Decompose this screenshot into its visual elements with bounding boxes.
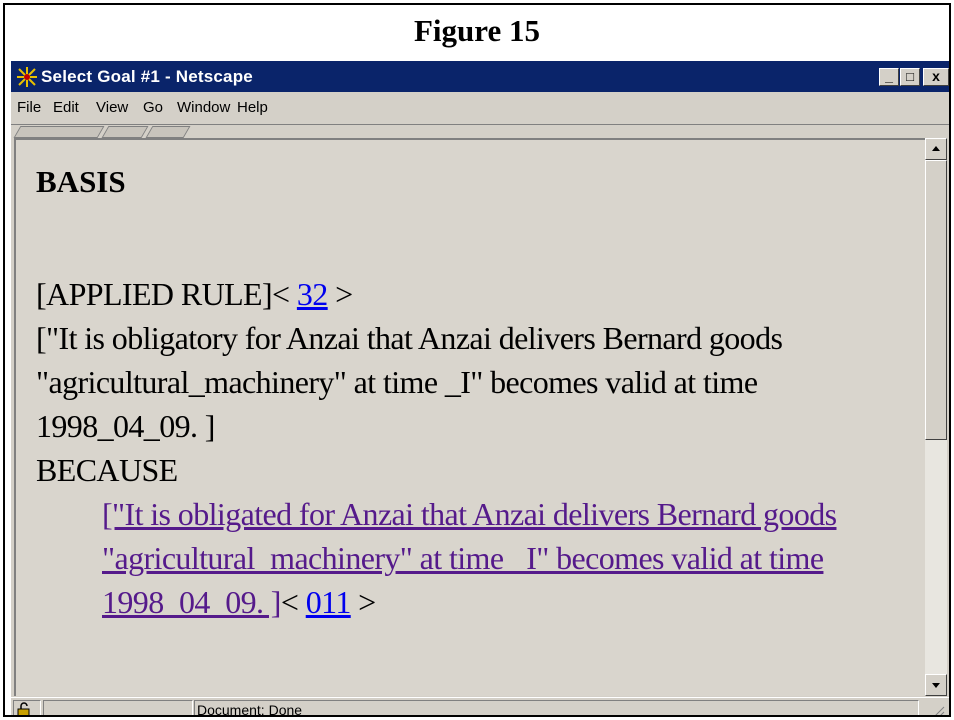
toolbar-tab-location[interactable] [101,126,149,138]
reason-link-line: 1998_04_09. ]< 011 > [102,584,376,621]
status-message-cell [194,700,919,715]
because-label: BECAUSE [36,452,178,488]
menu-go-label: Go [143,99,164,116]
arrow-down-icon [932,683,940,688]
menu-go[interactable]: Go [143,97,163,119]
basis-heading: BASIS [36,164,126,199]
toolbar-tab-navigation[interactable] [13,126,105,138]
reason-link[interactable]: 1998_04_09. ] [102,584,281,620]
menu-window-label: Window [177,99,231,116]
reason-ref-open: < [280,584,306,620]
netscape-icon [16,66,38,88]
rule-text-line: ["It is obligatory for Anzai that Anzai … [36,320,783,356]
menu-bar: File Edit View Go Window Help [11,92,949,124]
menu-file-label: File [17,99,42,116]
arrow-up-icon [932,146,940,151]
reason-link-line: "agricultural_machinery" at time _I" bec… [102,540,824,577]
window-title: Select Goal #1 - Netscape [41,67,253,86]
menu-help-label: Help [237,99,268,116]
reason-link[interactable]: "agricultural_machinery" at time _I" bec… [102,540,824,576]
scroll-thumb[interactable] [925,160,947,440]
applied-rule-close: > [327,276,353,312]
title-bar[interactable]: Select Goal #1 - Netscape _ □ x [11,61,949,92]
vertical-scrollbar[interactable] [925,138,947,696]
rule-011-link[interactable]: 011 [306,584,352,620]
reason-link[interactable]: ["It is obligated for Anzai that Anzai d… [102,496,837,532]
toolbar-tab-personal[interactable] [145,126,191,138]
resize-grip-icon[interactable] [927,702,945,717]
reason-ref-close: > [350,584,376,620]
reason-link-line: ["It is obligated for Anzai that Anzai d… [102,496,837,533]
progress-cell [43,700,193,715]
rule-text-line: "agricultural_machinery" at time _I" bec… [36,364,758,400]
status-text: Document: Done [197,702,303,717]
rule-text-line: 1998_04_09. ] [36,408,215,444]
close-button[interactable]: x [923,68,949,86]
minimize-button[interactable]: _ [879,68,899,86]
security-indicator[interactable] [13,700,41,715]
menu-window[interactable]: Window [177,97,230,119]
menu-view-label: View [96,99,129,116]
maximize-button[interactable]: □ [900,68,920,86]
status-bar: Document: Done [11,697,949,717]
scroll-down-button[interactable] [925,674,947,696]
scroll-up-button[interactable] [925,138,947,160]
collapsed-toolbars [11,124,949,138]
menu-edit[interactable]: Edit [53,97,79,119]
menu-help[interactable]: Help [237,97,268,119]
figure-title: Figure 15 [414,13,540,48]
applied-rule-label: [APPLIED RULE]< [36,276,297,312]
padlock-icon [17,702,30,715]
rule-32-link[interactable]: 32 [297,276,328,312]
menu-edit-label: Edit [53,99,79,116]
figure-frame: Figure 15 Select Goal #1 - Netscape _ □ … [3,3,951,717]
menu-view[interactable]: View [96,97,128,119]
menu-file[interactable]: File [17,97,41,119]
browser-window: Select Goal #1 - Netscape _ □ x File Edi… [11,61,949,717]
page-content: BASIS [APPLIED RULE]< 32 > ["It is oblig… [14,138,925,696]
applied-rule-line: [APPLIED RULE]< 32 > [36,276,353,313]
